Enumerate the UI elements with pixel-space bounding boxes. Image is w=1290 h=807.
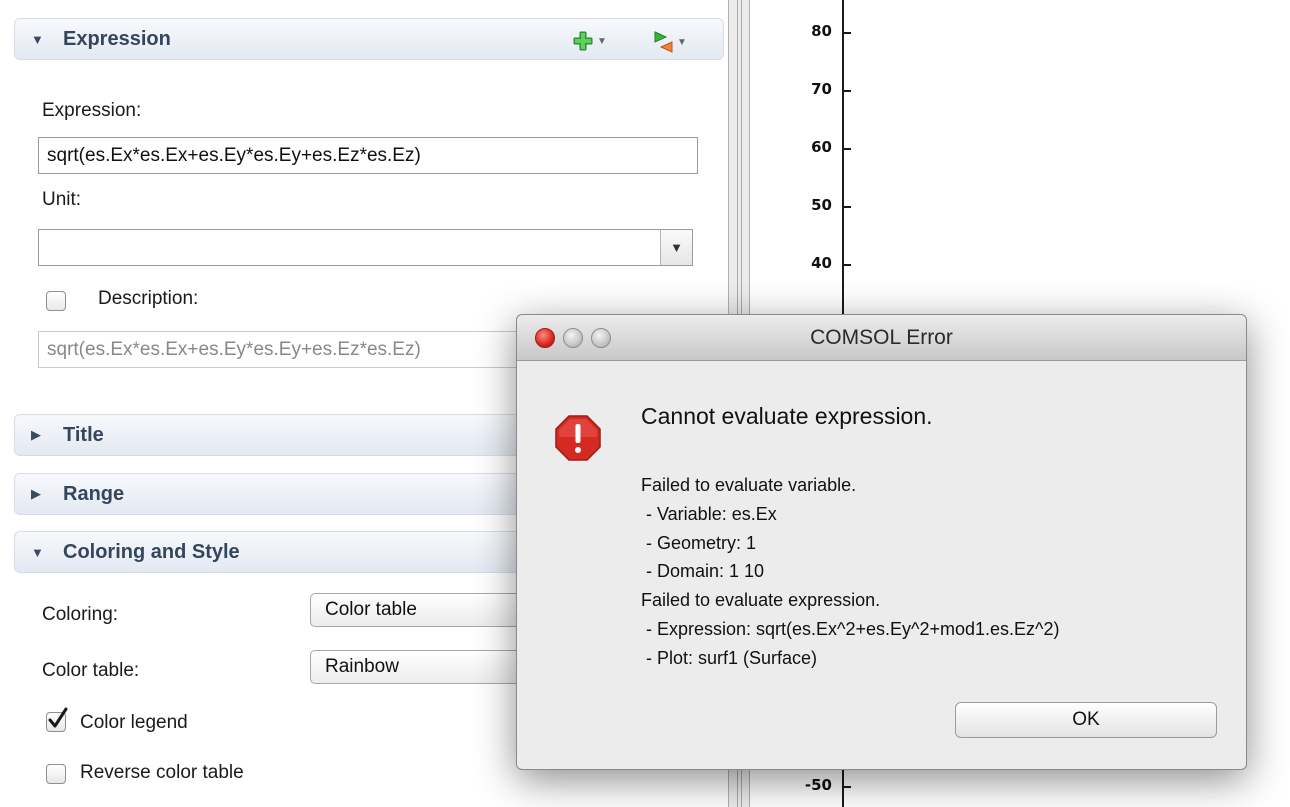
ok-button[interactable]: OK <box>955 702 1217 738</box>
error-detail-line: - Variable: es.Ex <box>641 504 777 524</box>
collapse-triangle-icon[interactable]: ▼ <box>31 19 44 59</box>
add-expression-button[interactable]: ▼ <box>572 30 607 52</box>
expression-input[interactable]: sqrt(es.Ex*es.Ex+es.Ey*es.Ey+es.Ez*es.Ez… <box>38 137 698 174</box>
color-table-label: Color table: <box>42 660 140 681</box>
axis-tick <box>844 90 851 92</box>
error-detail-line: - Domain: 1 10 <box>641 561 765 581</box>
description-label: Description: <box>98 288 199 309</box>
axis-tick-label: 50 <box>811 196 832 214</box>
axis-tick-label: 70 <box>811 80 832 98</box>
axis-tick-label: -50 <box>804 776 832 794</box>
unit-label: Unit: <box>42 189 82 210</box>
dropdown-caret-icon: ▼ <box>677 36 687 48</box>
unit-combobox[interactable]: ▼ <box>38 229 693 266</box>
expression-label: Expression: <box>42 100 142 121</box>
section-title: Expression <box>63 27 171 50</box>
add-icon <box>573 31 593 51</box>
error-detail-line: - Plot: surf1 (Surface) <box>641 648 818 668</box>
expand-triangle-icon[interactable]: ▶ <box>31 474 41 514</box>
chevron-down-icon[interactable]: ▼ <box>660 230 692 265</box>
checkmark-icon <box>48 707 68 728</box>
color-legend-checkbox[interactable] <box>46 707 68 732</box>
error-dialog: COMSOL Error Cannot evaluate expression.… <box>516 314 1247 770</box>
section-title: Title <box>63 423 104 446</box>
error-detail-line: Failed to evaluate variable. <box>641 475 857 495</box>
color-legend-label: Color legend <box>80 712 188 733</box>
reverse-color-table-checkbox[interactable] <box>46 764 66 784</box>
axis-tick <box>844 32 851 34</box>
error-heading: Cannot evaluate expression. <box>641 403 933 429</box>
replace-expression-icon <box>654 31 673 53</box>
axis-tick <box>844 148 851 150</box>
error-detail-line: - Expression: sqrt(es.Ex^2+es.Ey^2+mod1.… <box>641 619 1060 639</box>
coloring-label: Coloring: <box>42 604 119 625</box>
axis-tick-label: 80 <box>811 22 832 40</box>
replace-expression-button[interactable]: ▼ <box>652 30 687 54</box>
dropdown-caret-icon: ▼ <box>597 35 607 47</box>
axis-tick <box>844 264 851 266</box>
axis-tick-label: 60 <box>811 138 832 156</box>
axis-tick <box>844 206 851 208</box>
reverse-color-table-label: Reverse color table <box>80 762 244 783</box>
axis-tick-label: 40 <box>811 254 832 272</box>
axis-tick <box>844 786 851 788</box>
expand-triangle-icon[interactable]: ▶ <box>31 415 41 455</box>
collapse-triangle-icon[interactable]: ▼ <box>31 532 44 572</box>
description-checkbox[interactable] <box>46 291 66 311</box>
error-detail-line: Failed to evaluate expression. <box>641 590 881 610</box>
error-icon <box>555 415 601 461</box>
expression-section-header[interactable]: ▼ Expression <box>14 18 724 60</box>
section-title: Range <box>63 482 125 505</box>
dialog-titlebar[interactable]: COMSOL Error <box>517 315 1246 361</box>
error-detail-line: - Geometry: 1 <box>641 533 757 553</box>
section-title: Coloring and Style <box>63 540 240 563</box>
dialog-title: COMSOL Error <box>810 326 953 349</box>
